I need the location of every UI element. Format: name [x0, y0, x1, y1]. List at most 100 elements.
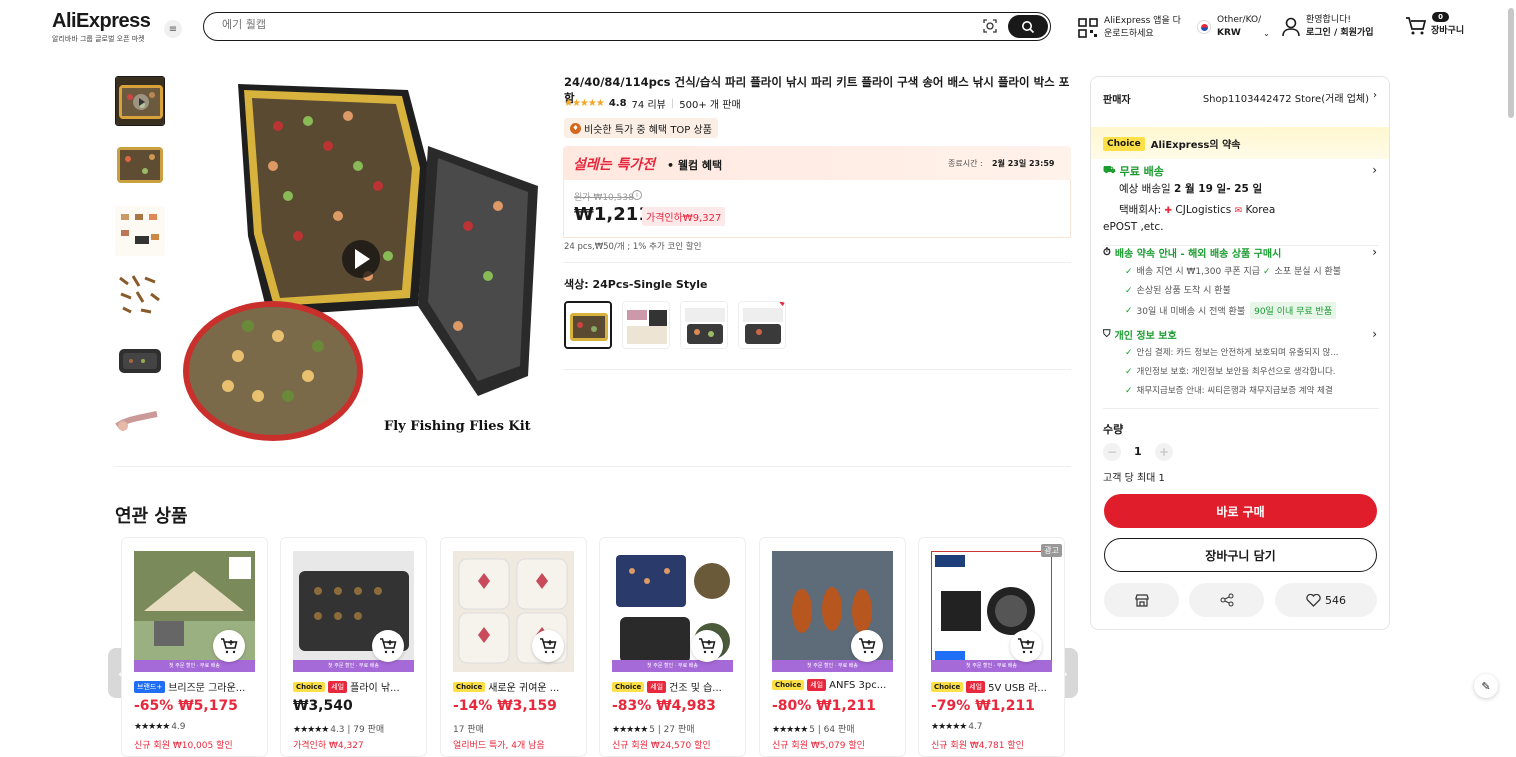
product-name-row[interactable]: Choice 세일 건조 및 습... — [612, 679, 737, 694]
related-product-card[interactable]: 첫 주문 할인 · 무료 배송 광고 Choice 세일 5V USB 라... -… — [918, 537, 1065, 757]
wish-count: 546 — [1325, 593, 1346, 607]
thumbnail-5[interactable] — [115, 335, 165, 385]
related-product-card[interactable]: Choice 새로운 귀여운 ... -14% ₩3,159 17 판매 얼리버드… — [440, 537, 587, 757]
info-icon[interactable]: i — [632, 190, 642, 200]
app-download[interactable]: AliExpress 앱을 다 운로드하세요 — [1078, 15, 1181, 41]
store-icon — [1134, 594, 1149, 607]
cj-logo-icon: ✚ — [1164, 206, 1173, 216]
product-image[interactable] — [453, 551, 574, 672]
product-image[interactable]: 첫 주문 할인 · 무료 배송 — [931, 551, 1052, 672]
chevron-right-icon[interactable]: › — [1372, 245, 1377, 259]
page-scrollbar[interactable] — [1508, 8, 1514, 118]
login-link[interactable]: 로그인 / 회원가입 — [1306, 27, 1374, 40]
add-to-cart-icon[interactable] — [372, 630, 404, 662]
add-to-cart-icon[interactable] — [213, 630, 245, 662]
promo-logo: 설레는 특가전 — [573, 157, 656, 173]
thumbnail-1[interactable] — [115, 76, 165, 126]
related-product-card[interactable]: 첫 주문 할인 · 무료 배송 Choice 세일 ANFS 3pc... -80%… — [759, 537, 906, 757]
rating-stars-icon: ★★★★★ — [931, 722, 969, 732]
quantity-label: 수량 — [1103, 423, 1124, 436]
related-product-card[interactable]: 첫 주문 할인 · 무료 배송 Choice 세일 건조 및 습... -83% ₩… — [599, 537, 746, 757]
rating-stars-icon: ★★★★★ — [134, 722, 172, 732]
add-to-cart-icon[interactable] — [691, 630, 723, 662]
product-price: -83% ₩4,983 — [612, 698, 716, 714]
meta-text: 4.9 — [171, 722, 186, 732]
thumbnail-3[interactable] — [115, 206, 165, 256]
fire-icon: ♦ — [570, 122, 581, 134]
increment-button[interactable]: + — [1155, 443, 1173, 461]
product-name-row[interactable]: Choice 세일 5V USB 라... — [931, 679, 1056, 694]
product-name-row[interactable]: Choice 새로운 귀여운 ... — [453, 679, 578, 694]
add-to-cart-icon[interactable] — [532, 630, 564, 662]
product-name-row[interactable]: 브랜드+ 브리즈문 그라운... — [134, 679, 259, 694]
product-image[interactable]: 첫 주문 할인 · 무료 배송 — [134, 551, 255, 672]
free-shipping-row[interactable]: ⛟ 무료 배송 — [1103, 163, 1164, 179]
color-option-4[interactable]: ♦ — [738, 301, 786, 349]
guarantee-row[interactable]: ⏱ 배송 약속 안내 - 해외 배송 상품 구매시 — [1103, 245, 1281, 260]
wishlist-button[interactable]: 546 — [1275, 583, 1377, 617]
chevron-right-icon[interactable]: › — [1372, 327, 1377, 341]
menu-icon[interactable]: ≡ — [164, 20, 182, 38]
share-icon — [1220, 593, 1233, 607]
cart-label[interactable]: 장바구니 — [1431, 25, 1464, 38]
sale-badge: 세일 — [647, 680, 667, 693]
heart-icon — [1306, 593, 1321, 607]
delivery-range: 2 월 19 일- 25 일 — [1173, 183, 1263, 195]
product-image[interactable]: 첫 주문 할인 · 무료 배송 — [612, 551, 733, 672]
color-option-2[interactable] — [622, 301, 670, 349]
search-button[interactable] — [1008, 15, 1048, 38]
color-option-3[interactable] — [680, 301, 728, 349]
top-deal-badge[interactable]: ♦ 비슷한 특가 중 혜택 TOP 상품 — [564, 118, 718, 138]
thumbnail-6[interactable] — [115, 400, 165, 440]
add-to-cart-icon[interactable] — [1010, 630, 1042, 662]
aliexpress-logo[interactable]: AliExpress 알리바바 그룹 글로벌 오픈 마켓 — [52, 10, 152, 44]
account-menu[interactable]: 환영합니다! 로그인 / 회원가입 — [1282, 14, 1374, 40]
product-image[interactable]: 첫 주문 할인 · 무료 배송 — [772, 551, 893, 672]
cart[interactable] — [1405, 16, 1427, 40]
decrement-button[interactable]: − — [1103, 443, 1121, 461]
chevron-down-icon: ⌄ — [1263, 28, 1270, 38]
product-image[interactable]: 첫 주문 할인 · 무료 배송 — [293, 551, 414, 672]
rating-value: 4.8 — [608, 98, 627, 109]
review-count[interactable]: 74 리뷰 — [632, 96, 666, 111]
privacy-row[interactable]: ⛉ 개인 정보 보호 — [1103, 327, 1177, 342]
epost-logo-icon: ✉ — [1234, 206, 1243, 216]
meta-text: 5 | 64 판매 — [809, 725, 855, 735]
choice-badge: Choice — [293, 681, 326, 692]
quantity-value[interactable]: 1 — [1134, 445, 1142, 458]
qr-code-icon — [1078, 18, 1098, 38]
locale-selector[interactable]: Other/KO/KRW ⌄ — [1197, 14, 1270, 40]
product-promo: 가격인하 ₩4,327 — [293, 741, 364, 751]
courier-etc: ePOST ,etc. — [1103, 221, 1164, 233]
rating-stars-icon: ★★★★★ — [772, 725, 810, 735]
store-button[interactable] — [1104, 583, 1179, 617]
image-search-icon[interactable] — [982, 18, 998, 34]
product-meta: ★★★★★ 4.9 — [134, 722, 186, 732]
search-input[interactable] — [222, 18, 962, 31]
related-product-card[interactable]: 첫 주문 할인 · 무료 배송 Choice 세일 플라이 낚... ₩3,540 … — [280, 537, 427, 757]
edit-icon[interactable]: ✎ — [1474, 674, 1498, 698]
thumbnail-2[interactable] — [115, 141, 165, 191]
product-promo: 신규 회원 ₩4,781 할인 — [931, 741, 1024, 751]
add-to-cart-icon[interactable] — [851, 630, 883, 662]
color-option-1[interactable] — [564, 301, 612, 349]
main-product-image[interactable]: Fly Fishing Flies Kit — [178, 76, 545, 442]
buy-now-button[interactable]: 바로 구매 — [1104, 494, 1377, 528]
thumbnail-4[interactable] — [115, 270, 165, 320]
product-price: -65% ₩5,175 — [134, 698, 238, 714]
add-to-cart-button[interactable]: 장바구니 담기 — [1104, 538, 1377, 572]
purchase-panel: 판매자 Shop1103442472 Store(거래 업체) › Choice … — [1090, 76, 1390, 630]
chevron-right-icon[interactable]: › — [1372, 163, 1377, 177]
current-price: ₩1,211 — [574, 204, 651, 225]
choice-badge: Choice — [772, 680, 805, 690]
product-name-row[interactable]: Choice 세일 플라이 낚... — [293, 679, 418, 694]
end-label: 종료시간 : — [948, 159, 983, 168]
product-price: ₩3,540 — [293, 698, 353, 714]
choice-badge: Choice — [931, 681, 964, 692]
product-meta: ★★★★★ 4.3 | 79 판매 — [293, 722, 384, 735]
related-product-card[interactable]: 첫 주문 할인 · 무료 배송 브랜드+ 브리즈문 그라운... -65% ₩5,… — [121, 537, 268, 757]
product-name-row[interactable]: Choice 세일 ANFS 3pc... — [772, 679, 897, 691]
share-button[interactable] — [1189, 583, 1264, 617]
store-link[interactable]: Shop1103442472 Store(거래 업체) › — [1203, 90, 1377, 105]
product-meta: ★★★★★ 5 | 27 판매 — [612, 722, 695, 735]
